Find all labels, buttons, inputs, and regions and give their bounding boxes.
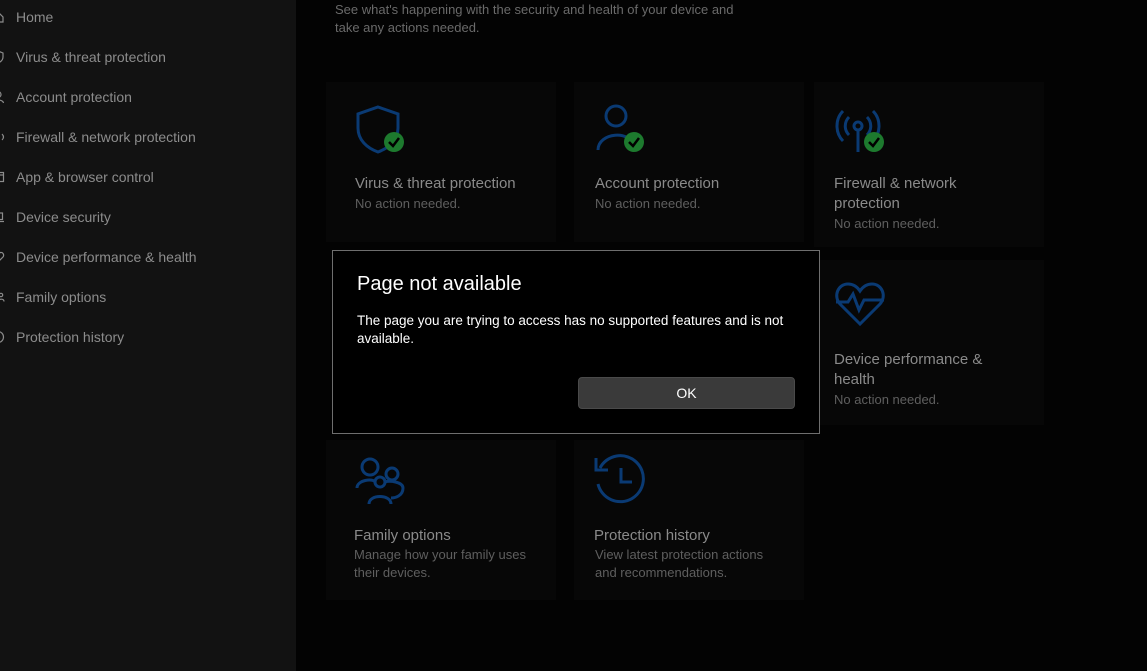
tile-title: Protection history bbox=[594, 527, 710, 544]
dialog-title: Page not available bbox=[357, 273, 522, 295]
home-icon bbox=[0, 10, 5, 24]
tile-status: No action needed. bbox=[834, 392, 940, 407]
tile-title: Firewall & network protection bbox=[834, 175, 957, 212]
sidebar-item-device-performance-health[interactable]: Device performance & health bbox=[0, 237, 296, 277]
antenna-check-icon bbox=[834, 104, 888, 161]
tile-description: View latest protection actions and recom… bbox=[595, 547, 764, 580]
page-not-available-dialog: Page not available The page you are tryi… bbox=[332, 250, 820, 434]
ok-button[interactable]: OK bbox=[578, 377, 795, 409]
sidebar-item-label: Family options bbox=[16, 289, 107, 305]
sidebar-item-home[interactable]: Home bbox=[0, 0, 296, 37]
dialog-message: The page you are trying to access has no… bbox=[357, 313, 784, 346]
tile-status: No action needed. bbox=[595, 196, 701, 211]
sidebar: Home Virus & threat protection Account p… bbox=[0, 0, 296, 671]
tile-title: Device performance & health bbox=[834, 351, 983, 388]
tile-status: No action needed. bbox=[834, 216, 940, 231]
tile-status: No action needed. bbox=[355, 196, 461, 211]
person-check-icon bbox=[596, 104, 648, 161]
sidebar-item-label: Home bbox=[16, 9, 54, 25]
sidebar-item-firewall[interactable]: Firewall & network protection bbox=[0, 117, 296, 157]
tile-account-protection[interactable]: Account protection No action needed. bbox=[574, 82, 804, 242]
person-icon bbox=[0, 90, 5, 104]
tile-device-performance-health[interactable]: Device performance & health No action ne… bbox=[814, 260, 1044, 425]
clock-history-icon bbox=[594, 454, 648, 513]
sidebar-item-label: Firewall & network protection bbox=[16, 129, 196, 145]
sidebar-item-protection-history[interactable]: Protection history bbox=[0, 317, 296, 357]
laptop-icon bbox=[0, 210, 5, 224]
shield-check-icon bbox=[356, 104, 408, 161]
windows-security-window: Home Virus & threat protection Account p… bbox=[0, 0, 1147, 671]
heart-pulse-icon bbox=[834, 282, 886, 333]
tile-protection-history[interactable]: Protection history View latest protectio… bbox=[574, 440, 804, 600]
sidebar-item-app-browser-control[interactable]: App & browser control bbox=[0, 157, 296, 197]
sidebar-item-virus-threat-protection[interactable]: Virus & threat protection bbox=[0, 37, 296, 77]
sidebar-item-device-security[interactable]: Device security bbox=[0, 197, 296, 237]
sidebar-item-family-options[interactable]: Family options bbox=[0, 277, 296, 317]
tile-family-options[interactable]: Family options Manage how your family us… bbox=[326, 440, 556, 600]
family-icon bbox=[0, 290, 5, 304]
sidebar-item-label: Device performance & health bbox=[16, 249, 197, 265]
family-icon bbox=[355, 456, 407, 513]
sidebar-item-label: App & browser control bbox=[16, 169, 154, 185]
page-subtitle: See what's happening with the security a… bbox=[335, 2, 734, 35]
sidebar-item-label: Device security bbox=[16, 209, 111, 225]
heart-icon bbox=[0, 250, 5, 264]
tile-title: Virus & threat protection bbox=[355, 175, 516, 192]
app-browser-icon bbox=[0, 170, 5, 184]
tile-firewall-network-protection[interactable]: Firewall & network protection No action … bbox=[814, 82, 1044, 247]
tile-title: Family options bbox=[354, 527, 451, 544]
sidebar-item-label: Protection history bbox=[16, 329, 125, 345]
sidebar-item-label: Virus & threat protection bbox=[16, 49, 166, 65]
sidebar-item-account-protection[interactable]: Account protection bbox=[0, 77, 296, 117]
tile-title: Account protection bbox=[595, 175, 720, 192]
wifi-icon bbox=[0, 130, 5, 144]
tile-description: Manage how your family uses their device… bbox=[354, 547, 526, 580]
history-icon bbox=[0, 330, 5, 344]
tile-virus-threat-protection[interactable]: Virus & threat protection No action need… bbox=[326, 82, 556, 242]
shield-icon bbox=[0, 50, 5, 64]
sidebar-item-label: Account protection bbox=[16, 89, 132, 105]
